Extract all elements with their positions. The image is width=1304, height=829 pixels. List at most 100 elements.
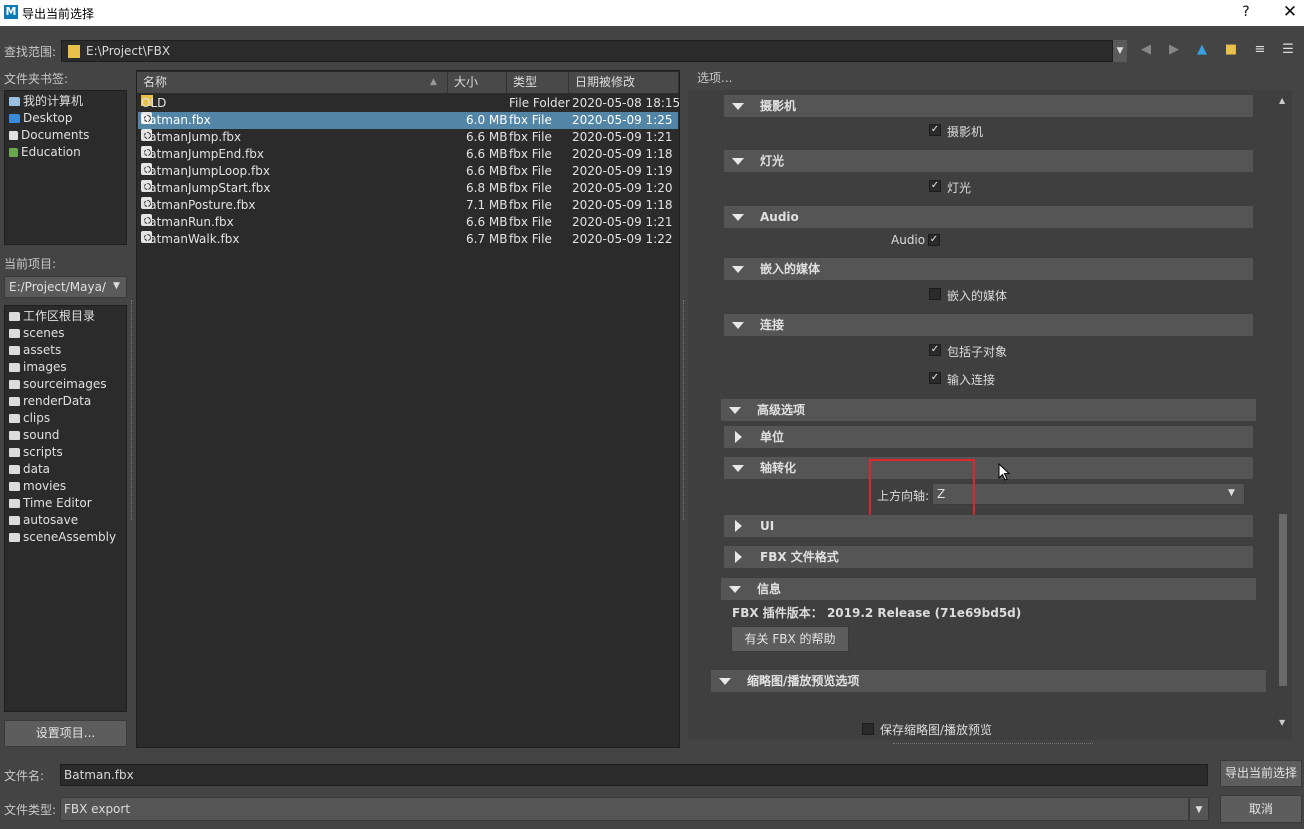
column-header-name[interactable]: 名称 ▲ (137, 72, 448, 93)
column-header-type[interactable]: 类型 (507, 72, 569, 93)
file-row[interactable]: BatmanPosture.fbx 7.1 MB fbx File 2020-0… (138, 197, 678, 214)
chevron-down-icon[interactable]: ▼ (1189, 797, 1209, 821)
help-icon[interactable]: ? (1238, 4, 1254, 20)
project-folder-item[interactable]: assets (9, 342, 61, 359)
sort-up-icon: ▲ (430, 77, 437, 87)
fbx-plugin-version: FBX 插件版本： 2019.2 Release (71e69bd5d) (732, 606, 1022, 620)
chevron-down-icon: ▼ (1228, 488, 1235, 498)
detail-view-icon[interactable]: ☰ (1278, 40, 1298, 60)
folder-icon (9, 431, 20, 440)
project-folder-item[interactable]: images (9, 359, 67, 376)
filetype-dropdown[interactable]: FBX export (60, 797, 1189, 821)
project-folder-item[interactable]: movies (9, 478, 66, 495)
section-camera[interactable]: 摄影机 (724, 95, 1253, 117)
section-audio[interactable]: Audio (724, 206, 1253, 228)
close-icon[interactable]: ✕ (1281, 2, 1299, 22)
options-panel: 摄影机 ✓ 摄影机 灯光 ✓ 灯光 Audio Audio ✓ 嵌入的媒体 嵌入… (688, 90, 1292, 740)
include-children-checkbox[interactable]: ✓ (929, 344, 941, 356)
user-icon (9, 148, 18, 157)
expand-down-icon (729, 407, 741, 414)
new-folder-icon[interactable]: ■ (1221, 40, 1241, 60)
scrollbar-thumb[interactable] (1279, 514, 1287, 686)
section-lights[interactable]: 灯光 (724, 150, 1253, 172)
project-folder-item[interactable]: data (9, 461, 50, 478)
section-fbx-file-format[interactable]: FBX 文件格式 (724, 546, 1253, 568)
folder-icon (9, 414, 20, 423)
splitter-handle[interactable] (683, 300, 685, 520)
bookmark-my-computer[interactable]: 我的计算机 (9, 93, 83, 110)
splitter-handle[interactable] (131, 300, 133, 520)
project-folder-item[interactable]: Time Editor (9, 495, 92, 512)
section-units[interactable]: 单位 (724, 426, 1253, 448)
look-in-path-field[interactable]: E:\Project\FBX (61, 40, 1113, 62)
bookmarks-label: 文件夹书签: (4, 72, 69, 86)
file-row-selected[interactable]: Batman.fbx 6.0 MB fbx File 2020-05-09 1:… (138, 112, 678, 129)
splitter-handle[interactable] (893, 743, 1093, 745)
file-row[interactable]: BatmanJump.fbx 6.6 MB fbx File 2020-05-0… (138, 129, 678, 146)
project-folder-item[interactable]: sound (9, 427, 59, 444)
project-folder-item[interactable]: 工作区根目录 (9, 308, 95, 325)
project-folder-item[interactable]: clips (9, 410, 50, 427)
expand-down-icon (732, 103, 744, 110)
section-thumbnail-options[interactable]: 缩略图/播放预览选项 (711, 670, 1266, 692)
embedded-media-checkbox-label: 嵌入的媒体 (947, 289, 1008, 303)
file-row[interactable]: OLD File Folder 2020-05-08 18:15 (138, 95, 680, 112)
embedded-media-checkbox[interactable] (929, 288, 941, 300)
project-dropdown-value: E:/Project/Maya/ (9, 280, 106, 294)
bookmark-education[interactable]: Education (9, 144, 81, 161)
section-axis-conversion[interactable]: 轴转化 (724, 457, 1253, 479)
camera-checkbox[interactable]: ✓ (929, 124, 941, 136)
section-ui[interactable]: UI (724, 515, 1253, 537)
chevron-down-icon: ▼ (113, 281, 120, 291)
file-row[interactable]: BatmanWalk.fbx 6.7 MB fbx File 2020-05-0… (138, 231, 678, 248)
cancel-button[interactable]: 取消 (1220, 795, 1302, 823)
project-folder-item[interactable]: sourceimages (9, 376, 106, 393)
fbx-help-button[interactable]: 有关 FBX 的帮助 (731, 626, 849, 652)
file-row[interactable]: BatmanRun.fbx 6.6 MB fbx File 2020-05-09… (138, 214, 678, 231)
folder-icon (9, 465, 20, 474)
lights-checkbox[interactable]: ✓ (929, 180, 941, 192)
set-project-button[interactable]: 设置项目... (4, 720, 127, 747)
input-connections-checkbox[interactable]: ✓ (929, 372, 941, 384)
column-header-date[interactable]: 日期被修改 (569, 72, 679, 93)
scroll-up-icon[interactable]: ▲ (1279, 96, 1285, 105)
forward-icon[interactable]: ▶ (1164, 40, 1184, 60)
audio-checkbox[interactable]: ✓ (928, 234, 940, 246)
file-row[interactable]: BatmanJumpStart.fbx 6.8 MB fbx File 2020… (138, 180, 678, 197)
input-connections-label: 输入连接 (947, 373, 996, 387)
expand-down-icon (732, 214, 744, 221)
filename-input[interactable]: Batman.fbx (60, 764, 1208, 786)
project-folder-item[interactable]: renderData (9, 393, 91, 410)
section-info[interactable]: 信息 (721, 578, 1256, 600)
options-scrollbar[interactable]: ▲ ▼ (1277, 96, 1289, 732)
back-icon[interactable]: ◀ (1136, 40, 1156, 60)
look-in-dropdown-button[interactable]: ▼ (1113, 40, 1127, 62)
folder-icon (9, 499, 20, 508)
title-bar: M 导出当前选择 ? ✕ (0, 0, 1304, 26)
folder-icon (9, 482, 20, 491)
project-folder-item[interactable]: sceneAssembly (9, 529, 116, 546)
bookmark-documents[interactable]: Documents (9, 127, 89, 144)
section-advanced-options[interactable]: 高级选项 (721, 399, 1256, 421)
project-folder-item[interactable]: scripts (9, 444, 63, 461)
section-embedded-media[interactable]: 嵌入的媒体 (724, 258, 1253, 280)
up-folder-icon[interactable]: ▲ (1192, 40, 1212, 60)
project-folder-item[interactable]: autosave (9, 512, 78, 529)
project-folder-item[interactable]: scenes (9, 325, 64, 342)
section-connections[interactable]: 连接 (724, 314, 1253, 336)
bookmark-desktop[interactable]: Desktop (9, 110, 73, 127)
project-dropdown[interactable]: E:/Project/Maya/ ▼ (4, 276, 127, 298)
up-axis-dropdown[interactable]: Z ▼ (932, 483, 1245, 505)
camera-checkbox-label: 摄影机 (947, 125, 984, 139)
export-selection-button[interactable]: 导出当前选择 (1220, 760, 1302, 787)
folder-icon (9, 346, 20, 355)
audio-checkbox-label: Audio (891, 233, 926, 247)
file-row[interactable]: BatmanJumpLoop.fbx 6.6 MB fbx File 2020-… (138, 163, 678, 180)
maya-logo-icon: M (4, 5, 18, 19)
expand-down-icon (732, 266, 744, 273)
column-header-size[interactable]: 大小 (448, 72, 507, 93)
file-row[interactable]: BatmanJumpEnd.fbx 6.6 MB fbx File 2020-0… (138, 146, 678, 163)
list-view-icon[interactable]: ≡ (1250, 40, 1270, 60)
scroll-down-icon[interactable]: ▼ (1279, 718, 1285, 727)
save-thumbnail-checkbox[interactable] (862, 723, 874, 735)
